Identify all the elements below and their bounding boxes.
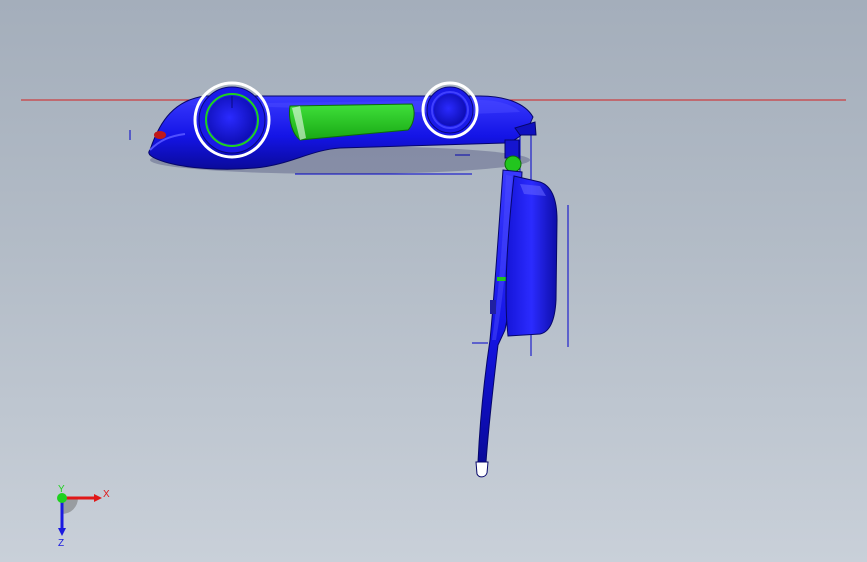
graphics-viewport[interactable]: X Y Z (0, 0, 867, 562)
side-cover-part[interactable] (505, 175, 558, 337)
large-joint-hub[interactable] (193, 81, 271, 159)
model-scene[interactable] (0, 0, 867, 562)
orientation-triad: X Y Z (57, 484, 110, 548)
y-axis-label: Y (58, 484, 65, 495)
left-tip-marker (154, 131, 166, 139)
z-axis-label: Z (58, 538, 64, 548)
x-axis-label: X (103, 489, 110, 500)
bottom-tip (475, 461, 489, 478)
elbow-joint[interactable] (504, 139, 522, 173)
small-joint-hub[interactable] (421, 81, 479, 139)
